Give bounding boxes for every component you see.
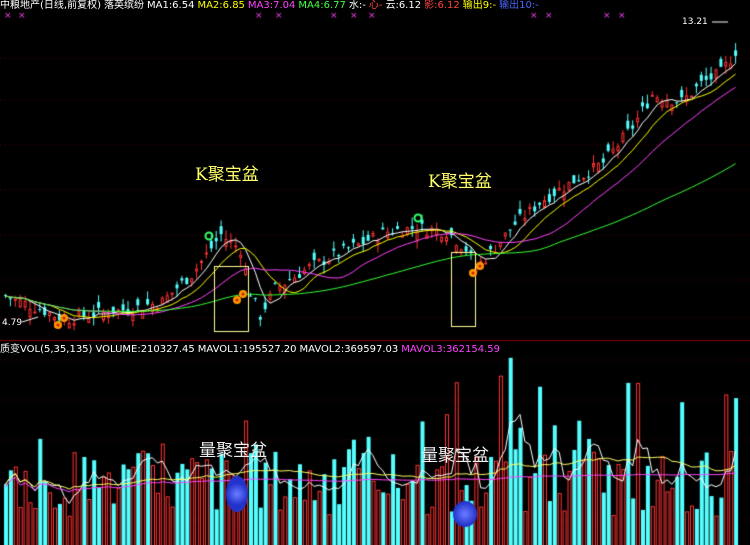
yun-value: 云:6.12 [385,0,422,11]
volume-basin-annotation-1: 量聚宝盆 [199,441,267,461]
mavol2-value: MAVOL2:369597.03 [299,344,399,355]
mavol3-value: MAVOL3:362154.59 [401,344,501,355]
k-basin-annotation-2: K聚宝盆 [428,172,492,192]
indicator-name: 落英缤纷 [103,0,144,11]
price-low-label: 4.79 [2,318,23,328]
mavol1-value: MAVOL1:195527.20 [197,344,297,355]
price-indicator-header: 中粮地产(日线,前复权) 落英缤纷 MA1:6.54 MA2:6.85 MA3:7.04… [0,0,542,12]
output10-value: 输出10:- [499,0,539,11]
volume-basin-annotation-2: 量聚宝盆 [421,446,489,466]
output9-value: 输出9:- [462,0,497,11]
ma4-value: MA4:6.77 [298,0,346,11]
ying-value: 影:6.12 [424,0,460,11]
k-basin-annotation-1: K聚宝盆 [195,165,259,185]
volume-title: 质变VOL(5,35,135) [0,344,93,355]
ma3-value: MA3:7.04 [247,0,296,11]
volume-indicator-header: 质变VOL(5,35,135) VOLUME:210327.45 MAVOL1:19… [0,344,503,356]
ma2-value: MA2:6.85 [197,0,245,11]
stock-chart-canvas[interactable] [0,0,750,545]
price-high-label: 13.21 [682,17,708,27]
ma1-value: MA1:6.54 [146,0,195,11]
xin-value: 心- [368,0,383,11]
shui-value: 水:- [348,0,366,11]
volume-value: VOLUME:210327.45 [95,344,195,355]
chart-title: 中粮地产(日线,前复权) [0,0,101,11]
